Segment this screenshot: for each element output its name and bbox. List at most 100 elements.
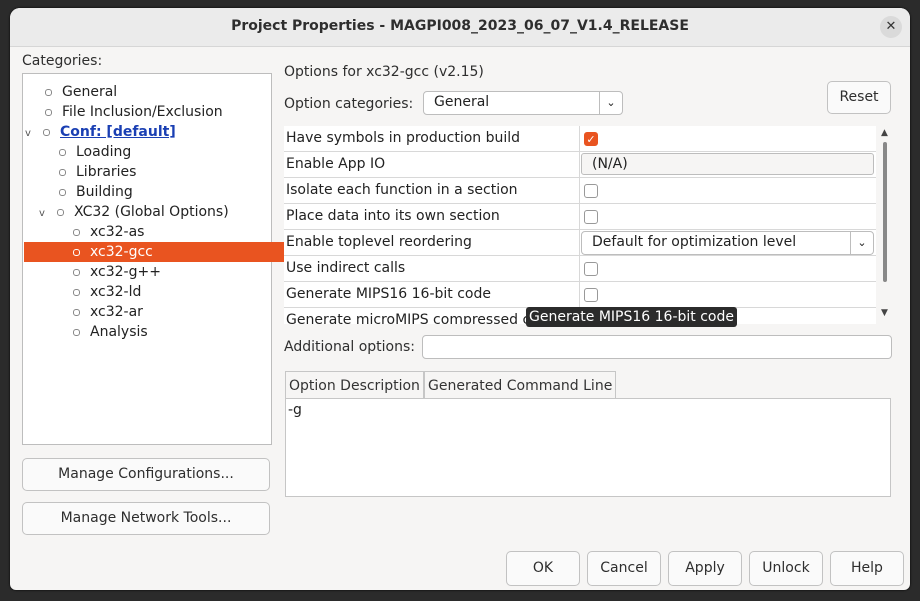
- bullet-icon: [73, 228, 80, 236]
- tree-item-label: Conf: [default]: [60, 124, 176, 140]
- option-value-text: Default for optimization level: [592, 234, 797, 250]
- column-divider: [579, 230, 580, 256]
- option-name: Enable App IO: [286, 156, 386, 172]
- option-categories-value: General: [434, 94, 490, 110]
- option-name: Enable toplevel reordering: [286, 234, 472, 250]
- option-row[interactable]: Have symbols in production build ✓: [284, 126, 876, 152]
- tab-option-description[interactable]: Option Description: [285, 371, 424, 399]
- tree-item[interactable]: File Inclusion/Exclusion: [45, 102, 223, 122]
- column-divider: [579, 178, 580, 204]
- close-icon[interactable]: ✕: [880, 16, 902, 38]
- bullet-icon: [59, 168, 66, 176]
- bullet-icon: [73, 328, 80, 336]
- options-table: Have symbols in production build ✓ Enable …: [284, 126, 876, 324]
- bullet-icon: [73, 248, 80, 256]
- cancel-button[interactable]: Cancel: [587, 551, 661, 586]
- tree-item-label: xc32-g++: [90, 264, 161, 280]
- scroll-down-icon[interactable]: ▼: [881, 308, 888, 318]
- tree-item[interactable]: Building: [59, 182, 133, 202]
- tree-item[interactable]: Libraries: [59, 162, 136, 182]
- tree-item[interactable]: v Conf: [default]: [25, 122, 176, 142]
- option-checkbox[interactable]: ✓: [584, 132, 598, 146]
- option-name: Place data into its own section: [286, 208, 500, 224]
- options-for-label: Options for xc32-gcc (v2.15): [284, 64, 484, 80]
- option-categories-select[interactable]: General ⌄: [423, 91, 623, 115]
- tree-item-label: xc32-ar: [90, 304, 143, 320]
- option-name: Generate MIPS16 16-bit code: [286, 286, 491, 302]
- tree-item-label: Libraries: [76, 164, 137, 180]
- option-value-field[interactable]: (N/A): [581, 153, 874, 175]
- bullet-icon: [73, 308, 80, 316]
- tree-item-label: xc32-gcc: [90, 244, 153, 260]
- bullet-icon: [45, 108, 52, 116]
- options-scrollbar[interactable]: ▲ ▼: [878, 126, 892, 324]
- chevron-down-icon[interactable]: ⌄: [599, 92, 622, 114]
- option-name: Generate microMIPS compressed c: [286, 312, 531, 324]
- project-properties-dialog: Project Properties - MAGPI008_2023_06_07…: [10, 8, 910, 590]
- option-checkbox[interactable]: [584, 288, 598, 302]
- categories-tree[interactable]: General File Inclusion/Exclusion v Conf: [d…: [22, 73, 319, 445]
- column-divider: [579, 282, 580, 308]
- column-divider: [579, 256, 580, 282]
- tree-item[interactable]: xc32-g++: [73, 262, 161, 282]
- tree-item[interactable]: xc32-gcc: [24, 242, 319, 262]
- additional-options-label: Additional options:: [284, 339, 416, 355]
- scroll-thumb[interactable]: [883, 142, 887, 282]
- bullet-icon: [59, 148, 66, 156]
- unlock-button[interactable]: Unlock: [749, 551, 823, 586]
- tree-item-label: Analysis: [90, 324, 148, 340]
- tab-generated-command-line[interactable]: Generated Command Line: [424, 371, 617, 399]
- column-divider: [579, 152, 580, 178]
- option-checkbox[interactable]: [584, 210, 598, 224]
- bullet-icon: [57, 208, 64, 216]
- tree-item-label: XC32 (Global Options): [74, 204, 229, 220]
- option-categories-label: Option categories:: [284, 96, 414, 112]
- reset-button[interactable]: Reset: [827, 81, 891, 114]
- bullet-icon: [73, 268, 80, 276]
- option-name: Isolate each function in a section: [286, 182, 518, 198]
- help-button[interactable]: Help: [830, 551, 904, 586]
- command-line-text: -g: [288, 402, 302, 418]
- additional-options-input[interactable]: [422, 335, 892, 359]
- tree-item[interactable]: v XC32 (Global Options): [39, 202, 229, 222]
- tree-item-label: Loading: [76, 144, 132, 160]
- window-title: Project Properties - MAGPI008_2023_06_07…: [231, 18, 689, 34]
- option-name: Have symbols in production build: [286, 130, 521, 146]
- manage-configurations-button[interactable]: Manage Configurations...: [22, 458, 270, 491]
- option-row[interactable]: Use indirect calls: [284, 256, 876, 282]
- chevron-down-icon[interactable]: v: [25, 124, 35, 144]
- manage-network-tools-button[interactable]: Manage Network Tools...: [22, 502, 270, 535]
- tree-item-label: General: [62, 84, 118, 100]
- tree-item-label: xc32-ld: [90, 284, 142, 300]
- column-divider: [579, 126, 580, 152]
- option-name: Use indirect calls: [286, 260, 406, 276]
- option-row[interactable]: Isolate each function in a section: [284, 178, 876, 204]
- option-row[interactable]: Generate MIPS16 16-bit code: [284, 282, 876, 308]
- tree-item[interactable]: xc32-ar: [73, 302, 143, 322]
- option-row[interactable]: Place data into its own section: [284, 204, 876, 230]
- bullet-icon: [73, 288, 80, 296]
- chevron-down-icon[interactable]: ⌄: [850, 232, 873, 254]
- column-divider: [579, 204, 580, 230]
- tree-item-label: Building: [76, 184, 133, 200]
- option-row[interactable]: Enable toplevel reordering Default for op…: [284, 230, 876, 256]
- option-row[interactable]: Enable App IO (N/A): [284, 152, 876, 178]
- option-checkbox[interactable]: [584, 184, 598, 198]
- tree-item[interactable]: Loading: [59, 142, 131, 162]
- option-checkbox[interactable]: [584, 262, 598, 276]
- ok-button[interactable]: OK: [506, 551, 580, 586]
- tree-item-label: File Inclusion/Exclusion: [62, 104, 223, 120]
- apply-button[interactable]: Apply: [668, 551, 742, 586]
- tree-item[interactable]: xc32-ld: [73, 282, 141, 302]
- tree-item[interactable]: Analysis: [73, 322, 148, 342]
- option-value-select[interactable]: Default for optimization level ⌄: [581, 231, 874, 255]
- tooltip: Generate MIPS16 16-bit code: [526, 307, 737, 327]
- categories-label: Categories:: [22, 53, 103, 69]
- chevron-down-icon[interactable]: v: [39, 204, 49, 224]
- bullet-icon: [43, 128, 50, 136]
- tree-item[interactable]: General: [45, 82, 117, 102]
- tree-item[interactable]: xc32-as: [73, 222, 144, 242]
- scroll-up-icon[interactable]: ▲: [881, 128, 888, 138]
- bullet-icon: [59, 188, 66, 196]
- tree-item-label: xc32-as: [90, 224, 145, 240]
